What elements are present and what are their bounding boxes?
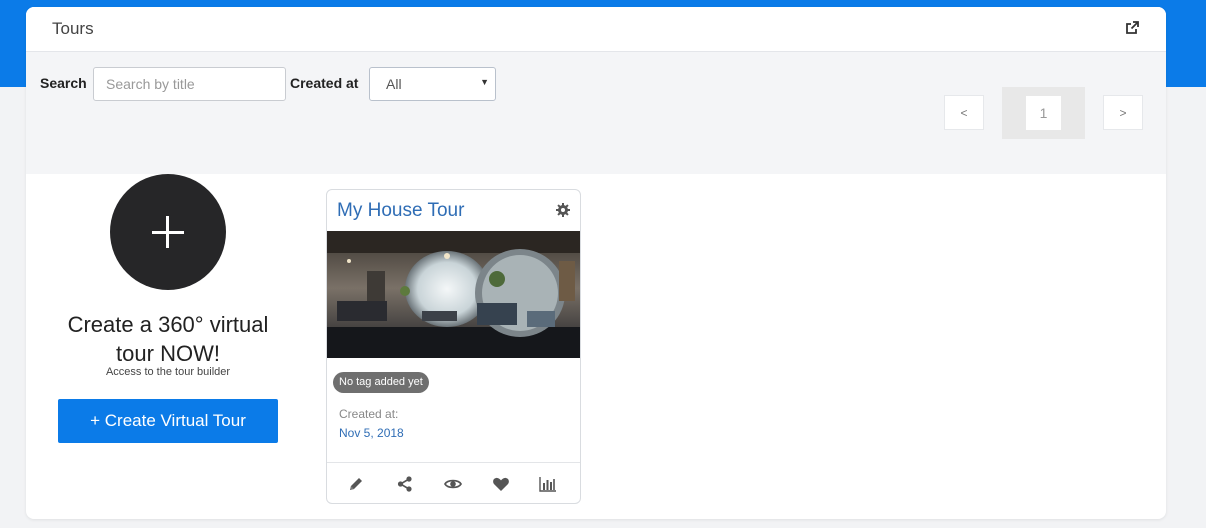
search-label: Search [40,75,87,91]
create-tour-heading: Create a 360° virtual tour NOW! [40,310,296,368]
pagination-page-1[interactable]: 1 [1026,96,1061,130]
plus-icon-stroke [166,216,169,248]
tour-thumbnail[interactable] [327,231,580,358]
heart-icon[interactable] [492,475,510,493]
created-at-select-value: All [386,76,402,92]
tour-tag-badge: No tag added yet [333,372,429,393]
pagination-next-button[interactable]: > [1103,95,1143,130]
pagination-prev-button[interactable]: < [944,95,984,130]
create-tour-heading-line-2: tour NOW! [116,341,220,366]
created-at-select[interactable]: All ▼ [369,67,496,101]
tour-created-label: Created at: [339,407,399,421]
tour-card-actions [327,462,580,503]
created-at-label: Created at [290,75,359,91]
tour-created-date: Nov 5, 2018 [339,426,404,440]
panel-header: Tours [26,7,1166,52]
share-icon[interactable] [396,475,414,493]
external-link-icon[interactable] [1124,20,1140,36]
create-tour-plus-button[interactable] [110,174,226,290]
page-title: Tours [52,19,94,38]
create-virtual-tour-button[interactable]: + Create Virtual Tour [58,399,278,443]
pagination-current: 1 [1002,87,1085,139]
tour-card: My House Tour No tag added yet Created a… [326,189,581,504]
tours-panel: Tours Search Created at All ▼ < 1 > Crea… [26,7,1166,519]
chevron-down-icon: ▼ [480,77,489,87]
gear-icon[interactable] [555,202,571,218]
pencil-icon[interactable] [347,475,365,493]
bar-chart-icon[interactable] [539,475,557,493]
create-tour-heading-line-1: Create a 360° virtual [67,312,269,337]
search-input[interactable] [93,67,286,101]
create-tour-subtext: Access to the tour builder [105,366,231,378]
tour-title[interactable]: My House Tour [337,200,464,222]
filter-bar: Search Created at All ▼ < 1 > [26,52,1166,174]
eye-icon[interactable] [443,475,463,493]
